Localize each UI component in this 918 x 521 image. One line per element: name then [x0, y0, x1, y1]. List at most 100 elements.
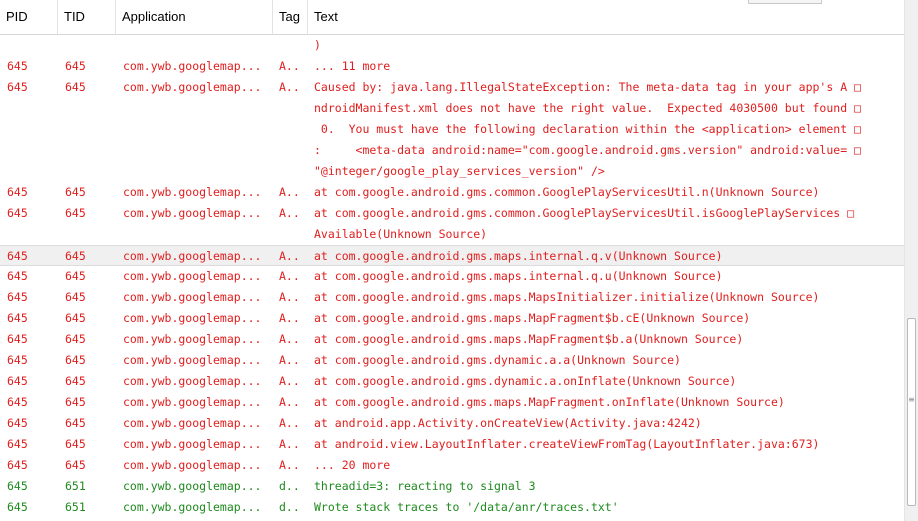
log-text-line: "@integer/google_play_services_version" …: [314, 164, 605, 178]
log-row[interactable]: 645 645 com.ywb.googlemap... A.. at com.goog…: [0, 371, 904, 392]
log-row-tid: 645: [65, 374, 86, 388]
log-row-text: Wrote stack traces to '/data/anr/traces.…: [314, 497, 900, 518]
log-row-application: com.ywb.googlemap...: [123, 80, 262, 94]
log-row-tid: 645: [65, 80, 86, 94]
log-row-tid: 645: [65, 437, 86, 451]
log-row-tag: A..: [279, 206, 300, 220]
log-row-tag: A..: [279, 353, 300, 367]
log-row-pid: 645: [7, 437, 28, 451]
log-row-pid: 645: [7, 353, 28, 367]
log-row-tag: A..: [279, 332, 300, 346]
log-row-tag: A..: [279, 59, 300, 73]
log-row-tid: 645: [65, 395, 86, 409]
column-header-text[interactable]: Text: [308, 0, 904, 34]
log-row-tid: 645: [65, 290, 86, 304]
log-row-pid: 645: [7, 416, 28, 430]
log-text-line: ... 11 more: [314, 59, 391, 73]
log-row[interactable]: 645 645 com.ywb.googlemap... A.. at android.…: [0, 434, 904, 455]
column-header-application-label: Application: [122, 9, 186, 24]
column-header-pid[interactable]: PID: [0, 0, 58, 34]
log-table-header: PID TID Application Tag Text: [0, 0, 904, 35]
log-row-tid: 645: [65, 311, 86, 325]
log-row-tag: A..: [279, 416, 300, 430]
log-row[interactable]: 645 645 com.ywb.googlemap... A.. ... 20 more: [0, 455, 904, 476]
log-row-text: at com.google.android.gms.maps.internal.…: [314, 266, 900, 287]
log-row-text: at com.google.android.gms.maps.internal.…: [314, 246, 900, 267]
log-row-text: at android.view.LayoutInflater.createVie…: [314, 434, 900, 455]
log-row-pid: 645: [7, 395, 28, 409]
log-row-text: at com.google.android.gms.maps.MapFragme…: [314, 392, 900, 413]
log-row[interactable]: 645 645 com.ywb.googlemap... A.. at com.goog…: [0, 266, 904, 287]
log-row-text: at com.google.android.gms.common.GoogleP…: [314, 182, 900, 203]
log-text-line: at com.google.android.gms.maps.MapFragme…: [314, 311, 751, 325]
log-text-line: at com.google.android.gms.maps.internal.…: [314, 269, 723, 283]
log-row[interactable]: 645 645 com.ywb.googlemap... A.. at com.goog…: [0, 308, 904, 329]
log-row[interactable]: 645 645 com.ywb.googlemap... A.. ... 11 more: [0, 56, 904, 77]
log-text-line: at com.google.android.gms.dynamic.a.onIn…: [314, 374, 737, 388]
log-text-line: threadid=3: reacting to signal 3: [314, 479, 536, 493]
log-row-application: com.ywb.googlemap...: [123, 353, 262, 367]
log-row-tag: A..: [279, 269, 300, 283]
log-row-pid: 645: [7, 185, 28, 199]
log-row[interactable]: 645 651 com.ywb.googlemap... d.. Wrote stack…: [0, 497, 904, 518]
log-row-tag: [279, 35, 307, 56]
log-row-application: com.ywb.googlemap...: [123, 269, 262, 283]
log-row-pid: 645: [7, 249, 28, 263]
log-row-pid: 645: [7, 500, 28, 514]
log-row-text: at com.google.android.gms.dynamic.a.a(Un…: [314, 350, 900, 371]
log-row-text: threadid=3: reacting to signal 3: [314, 476, 900, 497]
log-row-application: com.ywb.googlemap...: [123, 374, 262, 388]
log-row-tag: A..: [279, 185, 300, 199]
log-row-application: com.ywb.googlemap...: [123, 206, 262, 220]
log-row-application: com.ywb.googlemap...: [123, 416, 262, 430]
log-text-line: : <meta-data android:name="com.google.an…: [314, 143, 861, 157]
log-row[interactable]: 645 645 com.ywb.googlemap... A.. at android.…: [0, 413, 904, 434]
log-row-tid: 645: [65, 416, 86, 430]
log-text-line: at android.view.LayoutInflater.createVie…: [314, 437, 820, 451]
log-row-pid: 645: [7, 206, 28, 220]
column-header-pid-label: PID: [6, 9, 28, 24]
log-row[interactable]: 645 645 com.ywb.googlemap... A.. at com.goog…: [0, 392, 904, 413]
log-row-application: com.ywb.googlemap...: [123, 479, 262, 493]
log-text-line: at com.google.android.gms.dynamic.a.a(Un…: [314, 353, 681, 367]
column-header-tid[interactable]: TID: [58, 0, 116, 34]
log-row[interactable]: 645 645 com.ywb.googlemap... A.. at com.goog…: [0, 182, 904, 203]
log-row-text: at android.app.Activity.onCreateView(Act…: [314, 413, 900, 434]
log-text-line: at com.google.android.gms.maps.MapFragme…: [314, 332, 744, 346]
log-text-line: Caused by: java.lang.IllegalStateExcepti…: [314, 80, 861, 94]
scrollbar-thumb[interactable]: [907, 318, 916, 506]
log-text-line: ... 20 more: [314, 458, 391, 472]
log-row[interactable]: 645 645 com.ywb.googlemap... A.. at com.goog…: [0, 287, 904, 308]
log-row[interactable]: 645 645 com.ywb.googlemap... A.. at com.goog…: [0, 245, 904, 266]
log-text-line: at android.app.Activity.onCreateView(Act…: [314, 416, 702, 430]
log-row-application: com.ywb.googlemap...: [123, 332, 262, 346]
log-row-tag: A..: [279, 80, 300, 94]
log-row-pid: 645: [7, 269, 28, 283]
log-rows: ) 645 645 com.ywb.googlemap... A.. ... 11 mor…: [0, 35, 904, 521]
log-row-tid: 645: [65, 332, 86, 346]
log-row-pid: 645: [7, 290, 28, 304]
log-row-text: ): [314, 35, 900, 56]
log-row-tag: A..: [279, 395, 300, 409]
log-row-tag: A..: [279, 374, 300, 388]
log-row-tid: [65, 35, 115, 56]
log-row[interactable]: ): [0, 35, 904, 56]
log-row[interactable]: 645 645 com.ywb.googlemap... A.. at com.goog…: [0, 329, 904, 350]
log-text-line: Available(Unknown Source): [314, 227, 488, 241]
log-text-line: at com.google.android.gms.maps.MapsIniti…: [314, 290, 820, 304]
column-header-tag-label: Tag: [279, 9, 300, 24]
log-row-tag: A..: [279, 311, 300, 325]
column-header-application[interactable]: Application: [116, 0, 273, 34]
column-header-tag[interactable]: Tag: [273, 0, 308, 34]
log-row[interactable]: 645 645 com.ywb.googlemap... A.. at com.goog…: [0, 350, 904, 371]
log-row-text: Caused by: java.lang.IllegalStateExcepti…: [314, 77, 900, 182]
log-row-tid: 645: [65, 458, 86, 472]
log-row-application: com.ywb.googlemap...: [123, 185, 262, 199]
log-row-pid: 645: [7, 59, 28, 73]
log-row[interactable]: 645 651 com.ywb.googlemap... d.. threadid=3:…: [0, 476, 904, 497]
log-row[interactable]: 645 645 com.ywb.googlemap... A.. Caused by: …: [0, 77, 904, 182]
log-row-text: at com.google.android.gms.dynamic.a.onIn…: [314, 371, 900, 392]
log-row[interactable]: 645 645 com.ywb.googlemap... A.. at com.goog…: [0, 203, 904, 245]
column-header-tid-label: TID: [64, 9, 85, 24]
vertical-scrollbar[interactable]: ≡: [904, 0, 918, 521]
